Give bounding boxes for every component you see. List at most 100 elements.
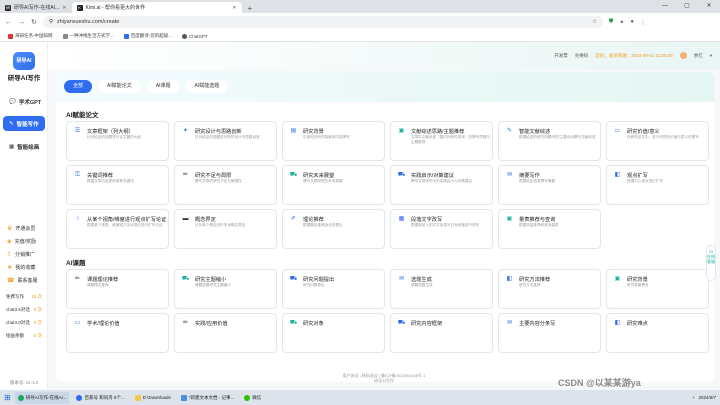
bookmark-star-icon[interactable]: ☆ (592, 19, 597, 25)
feature-card[interactable]: ✐ 理论推荐 根据题目推荐适合的理论 (282, 209, 385, 249)
browser-tab-1[interactable]: K Kimi.ai - 帮你看更大的世界 ✕ (71, 2, 242, 13)
feature-card[interactable]: ✏ 课题理论推荐 课题理论推荐 (66, 269, 169, 309)
new-tab-icon[interactable]: + (242, 4, 259, 13)
maximize-icon[interactable]: ▢ (676, 0, 698, 13)
menu-affiliate[interactable]: ⇪ 分销推广 (3, 248, 45, 261)
car-icon: ⛟ (181, 276, 190, 282)
feature-card[interactable]: ☰ 文章框架（列大纲） 针对给定的选题进行论文篇的大纲 (66, 121, 169, 161)
feature-card[interactable]: ▣ 量表推荐与查询 根据变量推荐和查询量表 (498, 209, 601, 249)
feature-card[interactable]: ✉ 选题生成 课题选题生成 (390, 269, 493, 309)
bookmark-2[interactable]: 百度翻译-您的超级... (123, 33, 172, 39)
grid-icon: ▦ (398, 216, 405, 222)
bookmark-3[interactable]: ChatGPT (182, 33, 208, 39)
shield-icon[interactable]: ⛊ (609, 19, 614, 26)
bookmark-1[interactable]: 一种冲绳生活方式学... (62, 33, 114, 39)
feature-card[interactable]: ✏ 实践/应用价值 (174, 313, 277, 353)
taskbar-item-2[interactable]: D:\Downloads (132, 392, 174, 404)
hand-icon: ☝ (75, 216, 80, 222)
tab-label: 研导AI写作-在线AI... (14, 5, 60, 11)
card-title: 观点扩写 (627, 173, 648, 179)
feature-card[interactable]: ▣ 文献综述思路/主题推荐 文章中文献综述（国内外研究现状）的撰写思路与主题推荐 (390, 121, 493, 161)
feature-card[interactable]: ✎ 智能文献综述 根据给定的研究问题/研究主题自动撰写文献综述 (498, 121, 601, 161)
taskbar: ⊞ 研导AI写作-在线AI... 百家号 和同舟 8个... D:\Downlo… (0, 390, 720, 405)
feature-card[interactable]: ◧ 研究难点 (606, 313, 709, 353)
menu-favorites[interactable]: ★ 我的收藏 (3, 261, 45, 274)
feature-card[interactable]: ✉ 主要内容分条写 (498, 313, 601, 353)
back-icon[interactable]: ← (5, 19, 12, 26)
pencil-icon: ✏ (182, 172, 189, 178)
wifi-icon[interactable]: ◔ (692, 395, 695, 400)
category-tab-3[interactable]: AI赋能选题 (185, 80, 229, 93)
sidebar-item-drawing[interactable]: ▦ 智能绘画 (3, 139, 45, 154)
user-avatar[interactable] (679, 52, 687, 59)
site-info-icon[interactable]: ⚲ (49, 19, 53, 25)
feature-card[interactable]: ✉ 摘要写作 根据给定信息撰写摘要 (498, 165, 601, 205)
chevron-down-icon[interactable]: ▾ (710, 53, 712, 59)
sidebar-item-writing[interactable]: ✎ 智能写作 (3, 116, 45, 131)
reload-icon[interactable]: ↻ (31, 18, 37, 26)
feature-card[interactable]: ⛟ 研究问题提出 研究问题提出 (282, 269, 385, 309)
car-icon: ⛟ (289, 276, 298, 282)
quota-row: chat4.0对话 0 次 (6, 319, 42, 325)
category-tab-0[interactable]: 全部 (64, 80, 93, 93)
forward-icon[interactable]: → (18, 19, 25, 26)
invoice-link[interactable]: 开发票 (554, 53, 568, 59)
redeem-link[interactable]: 兑换码 (575, 53, 589, 59)
feature-card[interactable]: ▤ 研究背景 引用知识研究背景的内容撰写 (282, 121, 385, 161)
card-title: 概念界定 (195, 217, 216, 223)
feature-card[interactable]: ⛟ 研究内容框架 (390, 313, 493, 353)
user-name[interactable]: 余忆 (694, 53, 703, 59)
bookmark-0[interactable]: 海研任务-中国知网 (8, 33, 53, 39)
menu-recharge[interactable]: ◈ 充值/奖励 (3, 235, 45, 248)
close-tab-icon[interactable]: ✕ (232, 5, 236, 11)
profile-icon[interactable]: ● (630, 19, 634, 26)
online-support-button[interactable]: ☊ 在线客服 (706, 245, 716, 281)
main-area: 开发票 兑换码 您好，会员到期：2024-09-01 11:00:06 余忆 ▾… (48, 42, 720, 390)
taskbar-item-3[interactable]: *新建文本文档 - 记事... (178, 392, 238, 404)
feature-card[interactable]: ⚿ 关键词推荐 根据文章内容提炼推荐关键词 (66, 165, 169, 205)
feature-card[interactable]: ✦ 研究设计与思路创新 针对给定的选题进行研究设计与思路创新 (174, 121, 277, 161)
feature-card[interactable]: ⛟ 研究主题缩小 课题选题研究主题缩小 (174, 269, 277, 309)
category-tab-1[interactable]: AI赋能论文 (98, 80, 141, 93)
close-tab-icon[interactable]: ✕ (62, 5, 66, 11)
menu-vip[interactable]: ♛ 开通会员 (3, 222, 45, 235)
card-title: 研究不足与局限 (195, 173, 232, 179)
card-title: 研究内容框架 (411, 321, 443, 327)
feature-card[interactable]: ✏ 研究不足与局限 撰写文章的研究不足与局限性 (174, 165, 277, 205)
extensions-icon[interactable]: ✦ (619, 19, 624, 26)
category-tab-2[interactable]: AI课题 (146, 80, 180, 93)
url-input[interactable]: ⚲ zhiyanxueshu.com/create ☆ (42, 16, 603, 28)
card-title: 研究难点 (627, 321, 648, 327)
start-icon[interactable]: ⊞ (4, 393, 11, 402)
card-title: 文章框架（列大纲） (87, 129, 134, 135)
browser-tab-0[interactable]: 研 研导AI写作-在线AI... ✕ (0, 2, 72, 13)
feature-card[interactable]: ▦ 段落文字改写 根据新加入的文字信息对已有段落进行改写 (390, 209, 493, 249)
menu-icon[interactable]: ⋮ (640, 19, 646, 26)
feature-card[interactable]: ▭ 研究价值/意义 在研究论文中，关于研究的价值与意义的撰写 (606, 121, 709, 161)
minimize-icon[interactable]: — (654, 0, 676, 13)
card-description: 引用知识研究背景的内容撰写 (303, 135, 350, 139)
share-icon: ⇪ (7, 252, 13, 258)
feature-card[interactable]: ◧ 研究方法推荐 研究方法推荐 (498, 269, 601, 309)
card-description: 针对某个概念进行学术概念界定 (195, 223, 246, 227)
menu-support[interactable]: ☎ 联系客服 (3, 274, 45, 287)
feature-card[interactable]: ▣ 研究背景 研究背景撰写 (606, 269, 709, 309)
sidebar-item-gpt[interactable]: 💬 学术GPT (3, 94, 45, 109)
card-title: 实践启示/对策建议 (411, 173, 454, 179)
feature-card[interactable]: ⛟ 研究未来展望 撰写文章研究的未来展望 (282, 165, 385, 205)
chat-icon: ▣ (614, 276, 621, 282)
card-description: 针对给定的选题进行研究设计与思路创新 (195, 135, 260, 139)
app-sidebar: 研导AI 研导AI写作 💬 学术GPT ✎ 智能写作 ▦ 智能绘画 ♛ 开通会员 … (0, 42, 48, 390)
feature-card[interactable]: ◧ 观点扩写 根据中心观点进行扩写 (606, 165, 709, 205)
feature-card[interactable]: ☝ 从某个视角/维度进行观点扩写论证 根据某个视角、维度或方法对观点进行扩写论证 (66, 209, 169, 249)
taskbar-item-0[interactable]: 研导AI写作-在线AI... (14, 391, 70, 404)
feature-card[interactable]: ⛟ 实践启示/对策建议 撰写文章研究中的实践启示与对策建议 (390, 165, 493, 205)
feature-card[interactable]: ▬ 概念界定 针对某个概念进行学术概念界定 (174, 209, 277, 249)
screen-icon: ▭ (614, 128, 621, 134)
quota-row: chat3.5对话 0 次 (6, 306, 42, 312)
taskbar-item-4[interactable]: 微信 (241, 392, 264, 404)
feature-card[interactable]: ▭ 学术/理论价值 (66, 313, 169, 353)
close-window-icon[interactable]: ✕ (698, 0, 720, 13)
feature-card[interactable]: ⛟ 研究对象 (282, 313, 385, 353)
taskbar-item-1[interactable]: 百家号 和同舟 8个... (73, 392, 127, 404)
